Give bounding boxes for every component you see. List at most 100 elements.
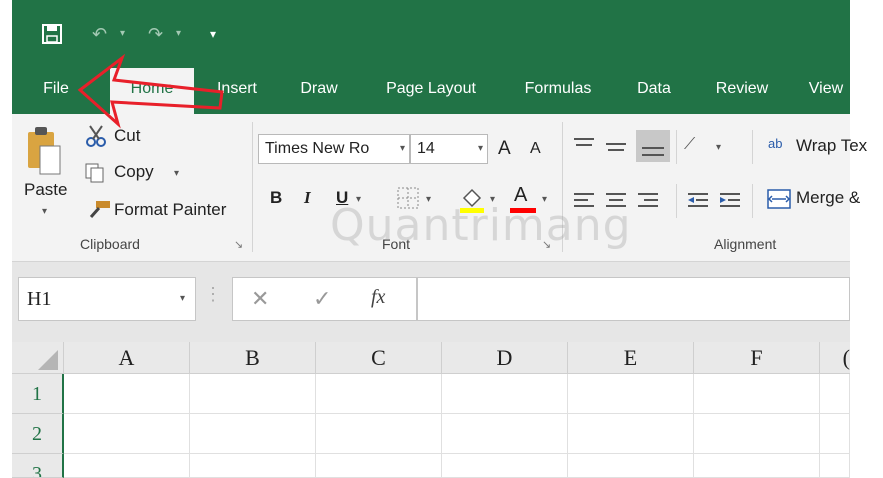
watermark: Quantrimang <box>330 200 632 251</box>
row-header-2[interactable]: 2 <box>12 414 64 454</box>
wrap-text-button[interactable]: Wrap Tex <box>796 136 867 156</box>
copy-icon[interactable] <box>84 162 106 184</box>
tab-home[interactable]: Home <box>110 68 194 114</box>
grid-cell[interactable] <box>190 454 316 478</box>
divider <box>676 184 677 218</box>
orientation-icon[interactable]: ⟋ <box>684 136 695 154</box>
wrap-text-icon[interactable]: ab <box>768 136 782 151</box>
cut-button[interactable]: Cut <box>114 126 140 146</box>
formula-buttons: ✕ ✓ fx <box>232 277 417 321</box>
select-all-button[interactable] <box>12 342 64 374</box>
formula-bar: H1 ▾ ⋮ ✕ ✓ fx <box>12 262 850 342</box>
merge-center-icon[interactable] <box>766 188 792 210</box>
bold-button[interactable]: B <box>270 188 282 208</box>
font-size-select[interactable]: 14 ▾ <box>410 134 488 164</box>
cut-icon[interactable] <box>84 124 108 148</box>
formula-bar-grip-icon[interactable]: ⋮ <box>204 284 222 305</box>
font-name-select[interactable]: Times New Ro ▾ <box>258 134 410 164</box>
insert-function-button[interactable]: fx <box>371 286 385 309</box>
top-align-icon[interactable] <box>572 136 596 156</box>
grid-cell[interactable] <box>568 414 694 454</box>
grid-cell[interactable] <box>820 454 850 478</box>
alignment-group-label: Alignment <box>714 236 777 252</box>
column-header-f[interactable]: F <box>694 342 820 374</box>
format-painter-button[interactable]: Format Painter <box>114 200 226 220</box>
grid-cell[interactable] <box>568 454 694 478</box>
merge-center-button[interactable]: Merge & <box>796 188 860 208</box>
format-painter-icon[interactable] <box>88 198 112 220</box>
middle-align-icon[interactable] <box>604 136 628 156</box>
grid-cell[interactable] <box>442 414 568 454</box>
undo-icon[interactable]: ↶ <box>92 22 107 46</box>
tab-insert[interactable]: Insert <box>202 68 272 114</box>
redo-dropdown-icon[interactable]: ▾ <box>176 22 181 46</box>
grid-cell[interactable] <box>820 374 850 414</box>
tab-file[interactable]: File <box>26 68 86 114</box>
group-divider <box>252 122 253 252</box>
align-right-icon[interactable] <box>636 190 660 210</box>
name-box[interactable]: H1 ▾ <box>18 277 196 321</box>
row-header-3[interactable]: 3 <box>12 454 64 478</box>
grid-cell[interactable] <box>694 374 820 414</box>
column-header-d[interactable]: D <box>442 342 568 374</box>
grid-cell[interactable] <box>64 454 190 478</box>
grid-cell[interactable] <box>64 414 190 454</box>
grid-cell[interactable] <box>442 374 568 414</box>
decrease-indent-icon[interactable] <box>686 190 710 210</box>
save-icon[interactable] <box>42 24 62 44</box>
divider <box>676 130 677 164</box>
column-header-c[interactable]: C <box>316 342 442 374</box>
clipboard-launcher-icon[interactable]: ↘ <box>234 238 243 251</box>
worksheet-grid[interactable]: A B C D E F ( 1 2 3 <box>12 342 850 478</box>
grid-cell[interactable] <box>190 414 316 454</box>
paste-button[interactable]: Paste <box>24 180 67 200</box>
grid-cell[interactable] <box>442 454 568 478</box>
grid-cell[interactable] <box>568 374 694 414</box>
column-header-b[interactable]: B <box>190 342 316 374</box>
tab-view[interactable]: View <box>796 68 856 114</box>
grid-cell[interactable] <box>316 374 442 414</box>
row-header-1[interactable]: 1 <box>12 374 64 414</box>
formula-input[interactable] <box>417 277 850 321</box>
grow-font-button[interactable]: A <box>498 138 511 160</box>
font-name-dropdown-icon[interactable]: ▾ <box>400 135 405 163</box>
tab-data[interactable]: Data <box>620 68 688 114</box>
grid-cell[interactable] <box>190 374 316 414</box>
tab-page-layout[interactable]: Page Layout <box>366 68 496 114</box>
tab-draw[interactable]: Draw <box>286 68 352 114</box>
customize-qat-icon[interactable]: ▾ <box>210 22 216 46</box>
column-header-e[interactable]: E <box>568 342 694 374</box>
ribbon-tabs: File Home Insert Draw Page Layout Formul… <box>12 68 850 114</box>
column-header-g[interactable]: ( <box>820 342 850 374</box>
enter-icon[interactable]: ✓ <box>313 286 331 312</box>
cancel-icon[interactable]: ✕ <box>251 286 269 312</box>
grid-cell[interactable] <box>694 454 820 478</box>
column-header-a[interactable]: A <box>64 342 190 374</box>
tab-formulas[interactable]: Formulas <box>510 68 606 114</box>
name-box-value: H1 <box>27 288 52 310</box>
tab-review[interactable]: Review <box>700 68 784 114</box>
grid-cell[interactable] <box>64 374 190 414</box>
grid-cell[interactable] <box>694 414 820 454</box>
name-box-dropdown-icon[interactable]: ▾ <box>180 278 185 320</box>
shrink-font-button[interactable]: A <box>530 140 541 158</box>
grid-cell[interactable] <box>316 414 442 454</box>
italic-button[interactable]: I <box>304 188 311 208</box>
bottom-align-button[interactable] <box>636 130 670 162</box>
increase-indent-icon[interactable] <box>718 190 742 210</box>
divider <box>752 184 753 218</box>
grid-cell[interactable] <box>316 454 442 478</box>
font-name-value: Times New Ro <box>265 140 370 157</box>
bottom-align-icon <box>642 147 664 156</box>
copy-button[interactable]: Copy <box>114 162 154 182</box>
copy-dropdown-icon[interactable]: ▾ <box>174 168 179 179</box>
undo-dropdown-icon[interactable]: ▾ <box>120 22 125 46</box>
divider <box>752 130 753 164</box>
grid-cell[interactable] <box>820 414 850 454</box>
redo-icon[interactable]: ↷ <box>148 22 163 46</box>
font-size-dropdown-icon[interactable]: ▾ <box>478 135 483 163</box>
paste-icon[interactable] <box>26 124 62 176</box>
clipboard-group-label: Clipboard <box>80 236 140 252</box>
paste-dropdown-icon[interactable]: ▾ <box>42 206 47 217</box>
orientation-dropdown-icon[interactable]: ▾ <box>716 142 721 153</box>
